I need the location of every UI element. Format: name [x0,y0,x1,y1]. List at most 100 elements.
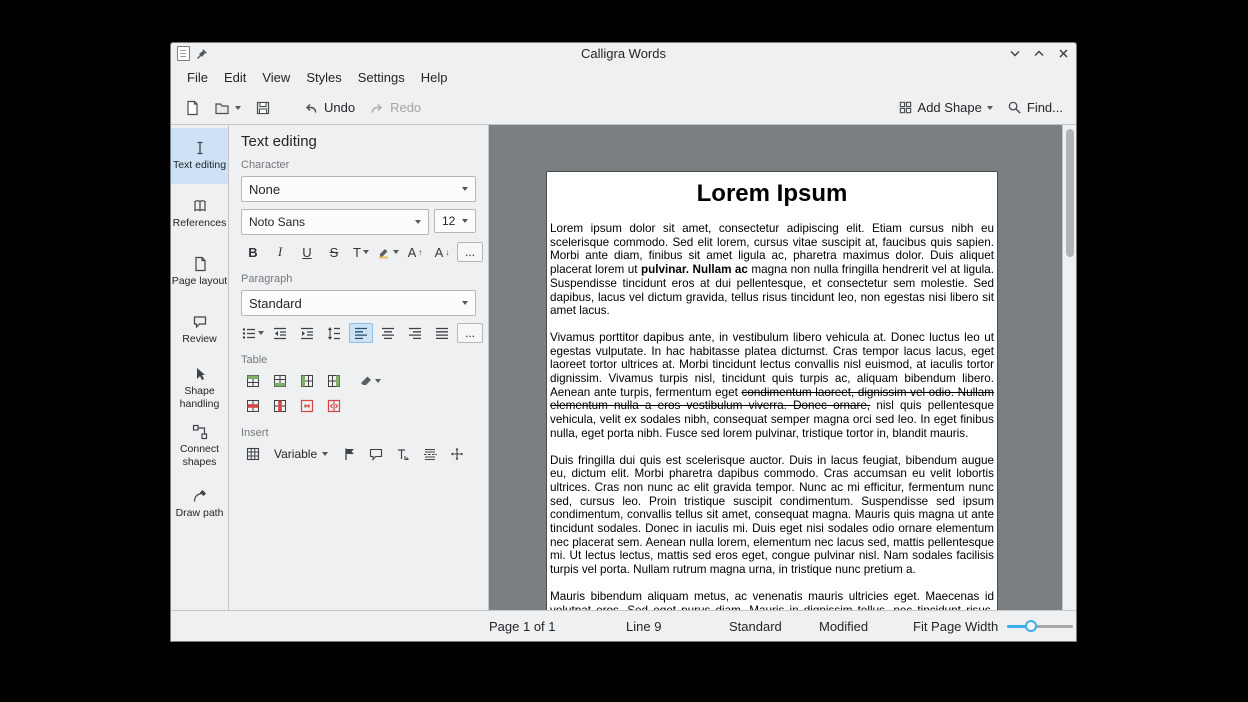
document-paragraph[interactable]: Vivamus porttitor dapibus ante, in vesti… [550,331,994,441]
open-document-button[interactable] [209,96,246,120]
tool-tabs-sidebar: Text editing References Page layout Revi… [171,125,229,610]
font-size-select[interactable]: 12 [434,209,476,233]
delete-row-button[interactable] [241,396,265,416]
add-shape-icon [898,100,913,115]
character-style-select[interactable]: None [241,176,476,202]
more-paragraph-options-button[interactable]: ... [457,323,483,343]
menu-view[interactable]: View [254,66,298,89]
line-spacing-icon [327,327,341,340]
subscript-button[interactable]: A↓ [430,242,454,262]
modified-indicator: Modified [819,619,868,634]
new-document-button[interactable] [179,96,205,120]
menu-settings[interactable]: Settings [350,66,413,89]
document-paragraph[interactable]: Lorem ipsum dolor sit amet, consectetur … [550,222,994,318]
add-shape-button[interactable]: Add Shape [893,96,998,119]
text-color-button[interactable]: T [349,242,373,262]
menu-file[interactable]: File [179,66,216,89]
superscript-button[interactable]: A↑ [403,242,427,262]
list-style-button[interactable] [241,323,265,343]
tab-page-layout[interactable]: Page layout [171,244,228,300]
redo-button[interactable]: Redo [364,96,426,120]
undo-label: Undo [324,100,355,115]
table-icon [246,447,260,461]
move-arrows-icon [450,447,464,461]
split-cells-button[interactable] [322,396,346,416]
insert-comment-button[interactable] [364,444,388,464]
indent-more-icon [300,327,314,340]
bookmark-button[interactable] [337,444,361,464]
underline-button[interactable]: U [295,242,319,262]
tab-connect-shapes[interactable]: Connect shapes [171,418,228,474]
merge-cells-button[interactable] [295,396,319,416]
delete-column-button[interactable] [268,396,292,416]
tab-shape-handling[interactable]: Shape handling [171,360,228,416]
character-section-label: Character [241,159,476,171]
document-canvas[interactable]: Lorem Ipsum Lorem ipsum dolor sit amet, … [489,125,1076,610]
insert-row-above-button[interactable] [241,371,265,391]
align-justify-button[interactable] [430,323,454,343]
line-spacing-button[interactable] [322,323,346,343]
align-right-icon [408,327,422,340]
zoom-slider[interactable] [1007,611,1073,641]
zoom-mode-button[interactable]: Fit Page Width [913,619,998,634]
insert-column-right-button[interactable] [322,371,346,391]
insert-column-left-button[interactable] [295,371,319,391]
insert-table-button[interactable] [241,444,265,464]
redo-icon [369,100,385,116]
find-button[interactable]: Find... [1002,96,1068,119]
document-page[interactable]: Lorem Ipsum Lorem ipsum dolor sit amet, … [546,171,998,610]
more-character-options-button[interactable]: ... [457,242,483,262]
insert-footnote-button[interactable] [391,444,415,464]
comment-bubble-icon [192,314,208,330]
undo-icon [303,100,319,116]
document-title[interactable]: Lorem Ipsum [550,180,994,208]
scrollbar-thumb[interactable] [1066,129,1074,257]
font-family-select[interactable]: Noto Sans [241,209,429,235]
menu-styles[interactable]: Styles [298,66,349,89]
align-center-button[interactable] [376,323,400,343]
main-toolbar: Undo Redo Add Shape Find... [171,91,1076,125]
insert-variable-button[interactable]: Variable [268,445,334,463]
align-right-button[interactable] [403,323,427,343]
close-button[interactable] [1056,47,1070,61]
undo-button[interactable]: Undo [298,96,360,120]
tab-draw-path[interactable]: Draw path [171,476,228,532]
bookmark-flag-icon [343,447,356,461]
document-body[interactable]: Lorem ipsum dolor sit amet, consectetur … [550,222,994,610]
insert-column-left-icon [300,374,314,388]
anchor-move-button[interactable] [445,444,469,464]
tab-text-editing[interactable]: Text editing [171,128,228,184]
italic-button[interactable]: I [268,242,292,262]
chevron-down-icon [987,106,993,110]
chevron-down-icon [393,250,399,254]
find-label: Find... [1027,100,1063,115]
titlebar[interactable]: Calligra Words [171,43,1076,64]
paragraph-format-row: ... [241,323,476,343]
save-button[interactable] [250,96,276,120]
document-paragraph[interactable]: Duis fringilla dui quis est scelerisque … [550,454,994,577]
decrease-indent-button[interactable] [268,323,292,343]
highlight-color-button[interactable] [376,242,400,262]
document-paragraph[interactable]: Mauris bibendum aliquam metus, ac venena… [550,590,994,610]
border-eraser-button[interactable] [358,371,382,391]
menu-help[interactable]: Help [413,66,456,89]
vertical-scrollbar[interactable] [1062,125,1076,610]
tab-review[interactable]: Review [171,302,228,358]
maximize-button[interactable] [1032,47,1046,61]
bold-button[interactable]: B [241,242,265,262]
page-icon [192,256,208,272]
tab-references[interactable]: References [171,186,228,242]
menu-edit[interactable]: Edit [216,66,254,89]
paragraph-style-select[interactable]: Standard [241,290,476,316]
increase-indent-button[interactable] [295,323,319,343]
strikethrough-button[interactable]: S [322,242,346,262]
insert-page-break-button[interactable] [418,444,442,464]
minimize-button[interactable] [1008,47,1022,61]
insert-row-below-button[interactable] [268,371,292,391]
chevron-down-icon [258,331,264,335]
window-title: Calligra Words [171,46,1076,61]
zoom-slider-handle[interactable] [1025,620,1037,632]
align-left-button[interactable] [349,323,373,343]
align-center-icon [381,327,395,340]
cursor-arrow-icon [192,366,208,382]
